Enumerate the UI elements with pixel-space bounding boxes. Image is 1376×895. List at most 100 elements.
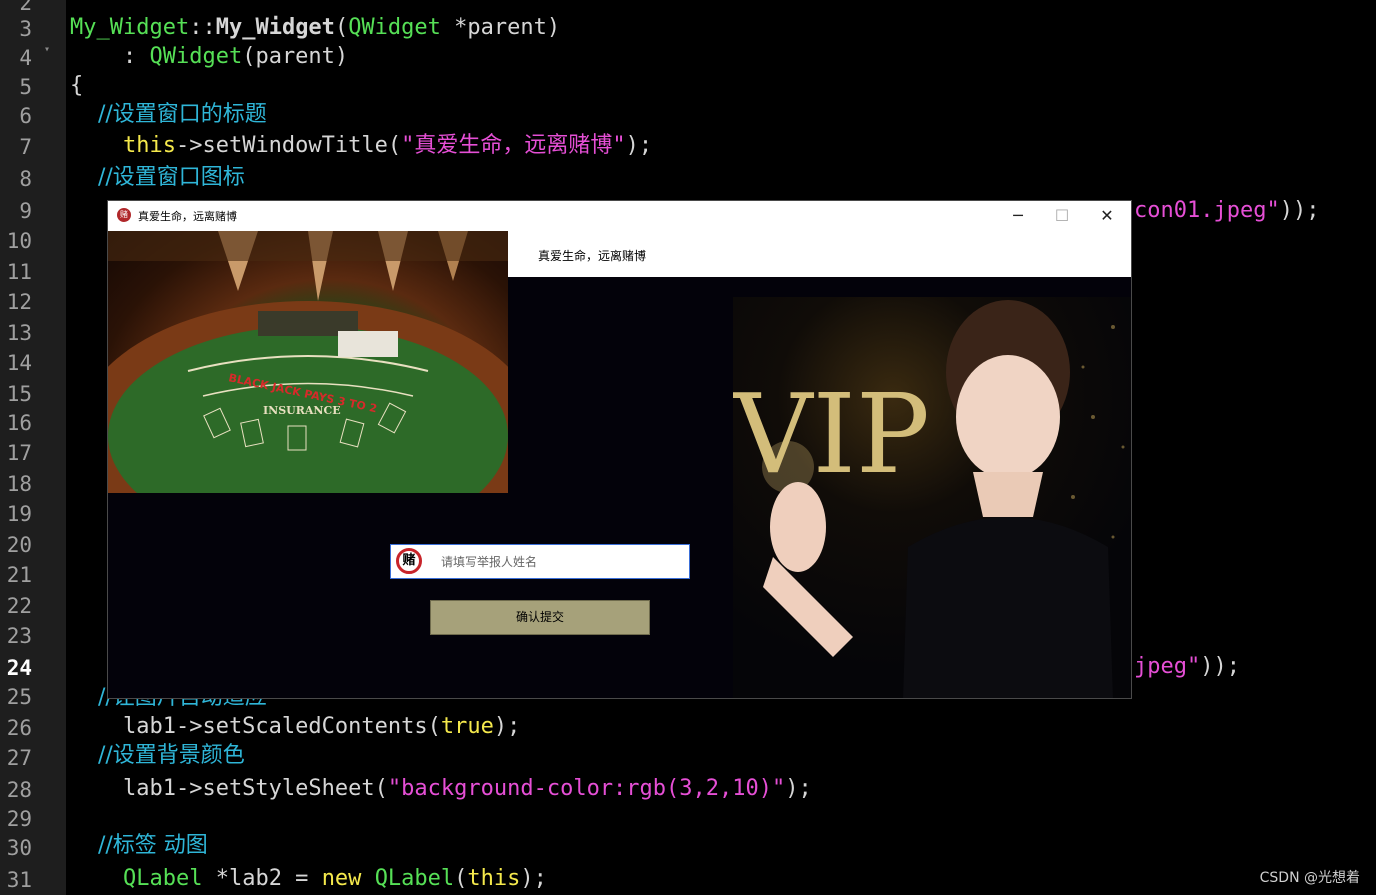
paren: ( [334,15,349,40]
vip-promo-image: VIP [733,297,1131,698]
code-text: ); [493,714,521,739]
code-line-30[interactable]: //标签 动图 [70,831,208,861]
line-number: 10 [6,229,32,253]
casino-table-image: BLACK JACK PAYS 3 TO 2 INSURANCE [108,231,508,493]
keyword: new [321,866,362,891]
line-number: 28 [6,778,32,802]
string-literal: jpeg" [1134,654,1201,679]
string-literal: "真爱生命，远离赌博" [401,133,626,158]
line-number: 31 [6,868,32,892]
code-text: lab1->setStyleSheet( [70,776,388,801]
code-line-26[interactable]: lab1->setScaledContents(true); [70,712,520,742]
code-line-8[interactable]: //设置窗口图标 [70,163,245,193]
line-number: 6 [19,104,32,128]
code-text: ); [625,133,653,158]
line-number: 12 [6,290,32,314]
keyword: this [70,133,176,158]
header-text: 真爱生命，远离赌博 [538,249,647,263]
keyword: this [467,866,521,891]
code-text: ); [520,866,547,891]
fold-arrow-icon[interactable]: ▾ [44,44,50,55]
code-line-24-tail[interactable]: jpeg")); [1134,652,1240,682]
gamble-ban-icon: 赌 [396,548,422,574]
maximize-button[interactable]: ☐ [1040,201,1084,231]
string-literal: "background-color:rgb(3,2,10)" [387,776,786,801]
insurance-text: INSURANCE [263,404,341,417]
type-name: QLabel [374,866,455,891]
type-name: QWidget [149,44,243,69]
code-line-3[interactable]: My_Widget::My_Widget(QWidget *parent) [70,13,560,43]
vip-illustration: VIP [733,300,1125,698]
keyword: true [440,714,494,739]
window-titlebar[interactable]: 赌 真爱生命，远离赌博 ─ ☐ ✕ [108,201,1131,231]
code-text: (parent) [242,44,349,69]
paren: ( [454,866,468,891]
code-line-5[interactable]: { [70,71,83,101]
line-number: 19 [6,502,32,526]
type-name: QLabel [122,866,203,891]
code-text: { [70,73,84,98]
code-line-31[interactable]: QLabel *lab2 = new QLabel(this); [70,864,547,894]
code-line-4[interactable]: : QWidget(parent) [70,42,348,72]
line-number: 17 [6,441,32,465]
line-number: 3 [19,17,32,41]
casino-table-illustration: BLACK JACK PAYS 3 TO 2 INSURANCE [108,231,508,493]
code-text: ); [785,776,812,801]
code-line-9-tail[interactable]: con01.jpeg")); [1134,196,1319,226]
code-line-27[interactable]: //设置背景颜色 [70,741,245,771]
line-number: 20 [6,533,32,557]
line-number: 30 [6,836,32,860]
code-text: : [70,44,150,69]
line-number: 25 [6,685,32,709]
code-comment: //设置窗口的标题 [70,102,267,127]
line-number: 11 [6,260,32,284]
line-number: 4 [19,46,32,70]
line-number: 26 [6,716,32,740]
scope-operator: :: [189,15,216,40]
line-number-gutter: 2 3 4 ▾ 5 6 7 8 9 10 11 12 13 14 15 16 1… [0,0,66,895]
code-line-28[interactable]: lab1->setStyleSheet("background-color:rg… [70,774,812,804]
class-name: My_Widget [70,15,190,40]
csdn-watermark: CSDN @光想着 [1259,870,1360,886]
line-number: 9 [19,199,32,223]
code-comment: //设置窗口图标 [70,165,245,190]
header-label: 真爱生命，远离赌博 [508,231,1131,277]
line-number: 27 [6,746,32,770]
minimize-button[interactable]: ─ [996,201,1040,231]
code-line-7[interactable]: this->setWindowTitle("真爱生命，远离赌博"); [70,131,652,161]
type-name: QWidget [348,15,441,40]
constructor-name: My_Widget [215,15,335,40]
line-number: 7 [19,135,32,159]
code-text: )); [1279,198,1320,223]
line-number: 13 [6,321,32,345]
app-window[interactable]: 赌 真爱生命，远离赌博 ─ ☐ ✕ BLACK JACK PAYS 3 TO 2… [107,200,1132,699]
close-button[interactable]: ✕ [1085,201,1129,231]
line-number: 23 [6,624,32,648]
code-text: lab1->setScaledContents( [70,714,441,739]
line-number: 15 [6,382,32,406]
code-line-6[interactable]: //设置窗口的标题 [70,100,267,130]
code-text: ->setWindowTitle( [175,133,402,158]
gamble-ban-icon: 赌 [117,208,131,222]
code-text: )); [1200,654,1240,679]
line-number-active: 24 [6,656,32,680]
line-number: 14 [6,351,32,375]
line-number: 22 [6,594,32,618]
reporter-name-input[interactable] [439,551,683,573]
string-literal: con01.jpeg" [1134,198,1280,223]
code-text: *lab2 = [202,866,322,891]
line-number: 5 [19,75,32,99]
window-title: 真爱生命，远离赌博 [138,210,237,223]
code-comment: //标签 动图 [70,833,208,858]
code-comment: //设置背景颜色 [70,743,245,768]
line-number: 8 [19,167,32,191]
code-text: *parent) [440,15,561,40]
line-number: 16 [6,411,32,435]
submit-button[interactable]: 确认提交 [430,600,650,635]
line-number: 18 [6,472,32,496]
vip-text: VIP [733,370,930,498]
reporter-name-field[interactable]: 赌 [390,544,690,579]
line-number: 21 [6,563,32,587]
